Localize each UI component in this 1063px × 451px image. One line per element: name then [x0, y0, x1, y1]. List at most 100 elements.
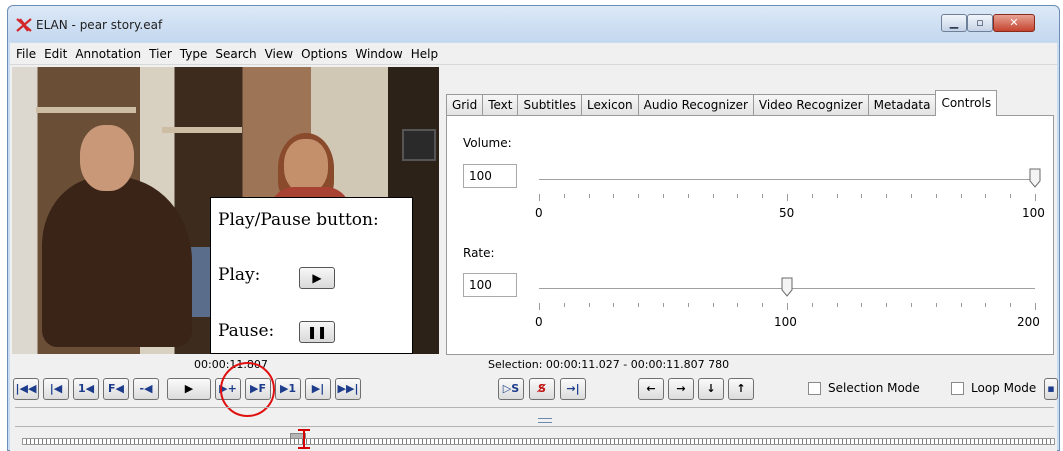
previous-second-icon: |◀ [49, 382, 63, 395]
slider-tick [663, 194, 664, 198]
menu-edit[interactable]: Edit [40, 47, 71, 61]
arrow-up-icon: ↑ [736, 382, 746, 395]
rate-field[interactable]: 100 [463, 273, 517, 297]
selection-mode-checkbox[interactable] [808, 382, 821, 395]
callout-pause-button: ❚❚ [299, 321, 335, 343]
slider-tick [638, 194, 640, 198]
go-to-end-button[interactable]: ▶▶| [335, 378, 361, 400]
minimize-button[interactable]: ▁ [941, 14, 967, 32]
tab-grid[interactable]: Grid [446, 94, 484, 116]
selection-readout: Selection: 00:00:11.027 - 00:00:11.807 7… [488, 358, 730, 371]
main-area: Play/Pause button: Play: ▶ Pause: ❚❚ Gri… [10, 65, 1058, 451]
selection-end-icon: →| [566, 382, 580, 395]
tab-lexicon[interactable]: Lexicon [581, 94, 639, 116]
menu-type[interactable]: Type [176, 47, 212, 61]
annotation-up-button[interactable]: ↑ [728, 378, 754, 400]
clear-selection-button[interactable]: S̸ [529, 378, 555, 400]
menu-search[interactable]: Search [211, 47, 260, 61]
slider-tick [836, 303, 838, 307]
selection-to-end-button[interactable]: →| [560, 378, 586, 400]
slider-tick [762, 194, 764, 198]
slider-tick [539, 194, 540, 201]
timeline-ruler[interactable] [22, 438, 1055, 445]
menu-options[interactable]: Options [297, 47, 351, 61]
play-pause-button[interactable]: ▶ [167, 378, 211, 400]
play-selection-button[interactable]: ▷S [498, 378, 524, 400]
slider-tick [960, 194, 962, 198]
tab-controls[interactable]: Controls [935, 90, 998, 116]
callout-pause-label: Pause: [218, 321, 275, 341]
loop-mode-checkbox[interactable] [951, 382, 964, 395]
slider-tick [737, 303, 739, 307]
menu-window[interactable]: Window [351, 47, 406, 61]
slider-tick [935, 303, 937, 307]
maximize-icon: ▫ [976, 16, 984, 29]
slider-tick [687, 194, 689, 198]
close-button[interactable]: ✕ [993, 14, 1035, 32]
selection-mode-label: Selection Mode [828, 381, 920, 395]
clear-selection-icon: S̸ [538, 382, 546, 395]
tab-audio-recognizer[interactable]: Audio Recognizer [637, 94, 754, 116]
slider-tick [1035, 303, 1036, 310]
go-to-end-icon: ▶▶| [337, 382, 359, 395]
menu-tier[interactable]: Tier [145, 47, 176, 61]
pause-icon: ❚❚ [306, 325, 328, 339]
volume-slider-thumb[interactable] [1029, 168, 1041, 188]
menu-help[interactable]: Help [407, 47, 442, 61]
slider-tick [712, 194, 714, 198]
callout-play-label: Play: [218, 265, 261, 285]
crosshair-cursor[interactable] [303, 429, 305, 449]
slider-tick [737, 194, 739, 198]
previous-ms-button[interactable]: -◀ [133, 378, 159, 400]
slider-tick [935, 194, 937, 198]
slider-tick [588, 194, 590, 198]
previous-second-button[interactable]: |◀ [43, 378, 69, 400]
volume-field[interactable]: 100 [463, 164, 517, 188]
slider-tick [985, 303, 987, 307]
go-to-begin-button[interactable]: |◀◀ [13, 378, 39, 400]
volume-slider-track [539, 179, 1035, 180]
annotation-left-button[interactable]: ← [638, 378, 664, 400]
rate-label: Rate: [463, 246, 495, 260]
slider-tick [638, 303, 640, 307]
tv-monitor [402, 129, 436, 161]
shelf [162, 127, 242, 133]
volume-tick-0: 0 [535, 206, 543, 220]
menu-annotation[interactable]: Annotation [71, 47, 145, 61]
callout-play-button: ▶ [299, 267, 335, 289]
video-viewer[interactable]: Play/Pause button: Play: ▶ Pause: ❚❚ [12, 67, 439, 354]
menu-file[interactable]: File [12, 47, 40, 61]
minimize-icon: ▁ [949, 16, 959, 29]
previous-pixel-button[interactable]: F◀ [103, 378, 129, 400]
previous-frame-button[interactable]: 1◀ [73, 378, 99, 400]
more-icon: ▪ [1047, 382, 1055, 395]
callout-title: Play/Pause button: [218, 210, 379, 230]
slider-tick [911, 303, 912, 307]
rate-slider-thumb[interactable] [781, 277, 793, 297]
slider-tick [861, 194, 863, 198]
slider-tick [1010, 194, 1012, 198]
maximize-button[interactable]: ▫ [967, 14, 993, 32]
previous-frame-icon: 1◀ [77, 382, 95, 395]
volume-tick-100: 100 [1022, 206, 1045, 220]
tab-text[interactable]: Text [482, 94, 519, 116]
loop-mode-label: Loop Mode [971, 381, 1037, 395]
annotation-right-button[interactable]: → [668, 378, 694, 400]
tab-bar: Grid Text Subtitles Lexicon Audio Recogn… [446, 90, 998, 116]
slider-tick [762, 303, 764, 307]
tab-video-recognizer[interactable]: Video Recognizer [752, 94, 869, 116]
next-second-button[interactable]: ▶| [305, 378, 331, 400]
tab-metadata[interactable]: Metadata [867, 94, 937, 116]
next-frame-icon: ▶1 [279, 382, 297, 395]
slider-tick [1010, 303, 1012, 307]
divider [15, 426, 1054, 427]
more-controls-button[interactable]: ▪ [1044, 378, 1058, 400]
tab-subtitles[interactable]: Subtitles [517, 94, 583, 116]
play-icon: ▶ [184, 382, 194, 395]
splitter-handle[interactable] [538, 418, 552, 423]
menu-view[interactable]: View [261, 47, 297, 61]
next-frame-button[interactable]: ▶1 [275, 378, 301, 400]
slider-tick [563, 303, 565, 307]
annotation-down-button[interactable]: ↓ [698, 378, 724, 400]
slider-tick [811, 303, 813, 307]
